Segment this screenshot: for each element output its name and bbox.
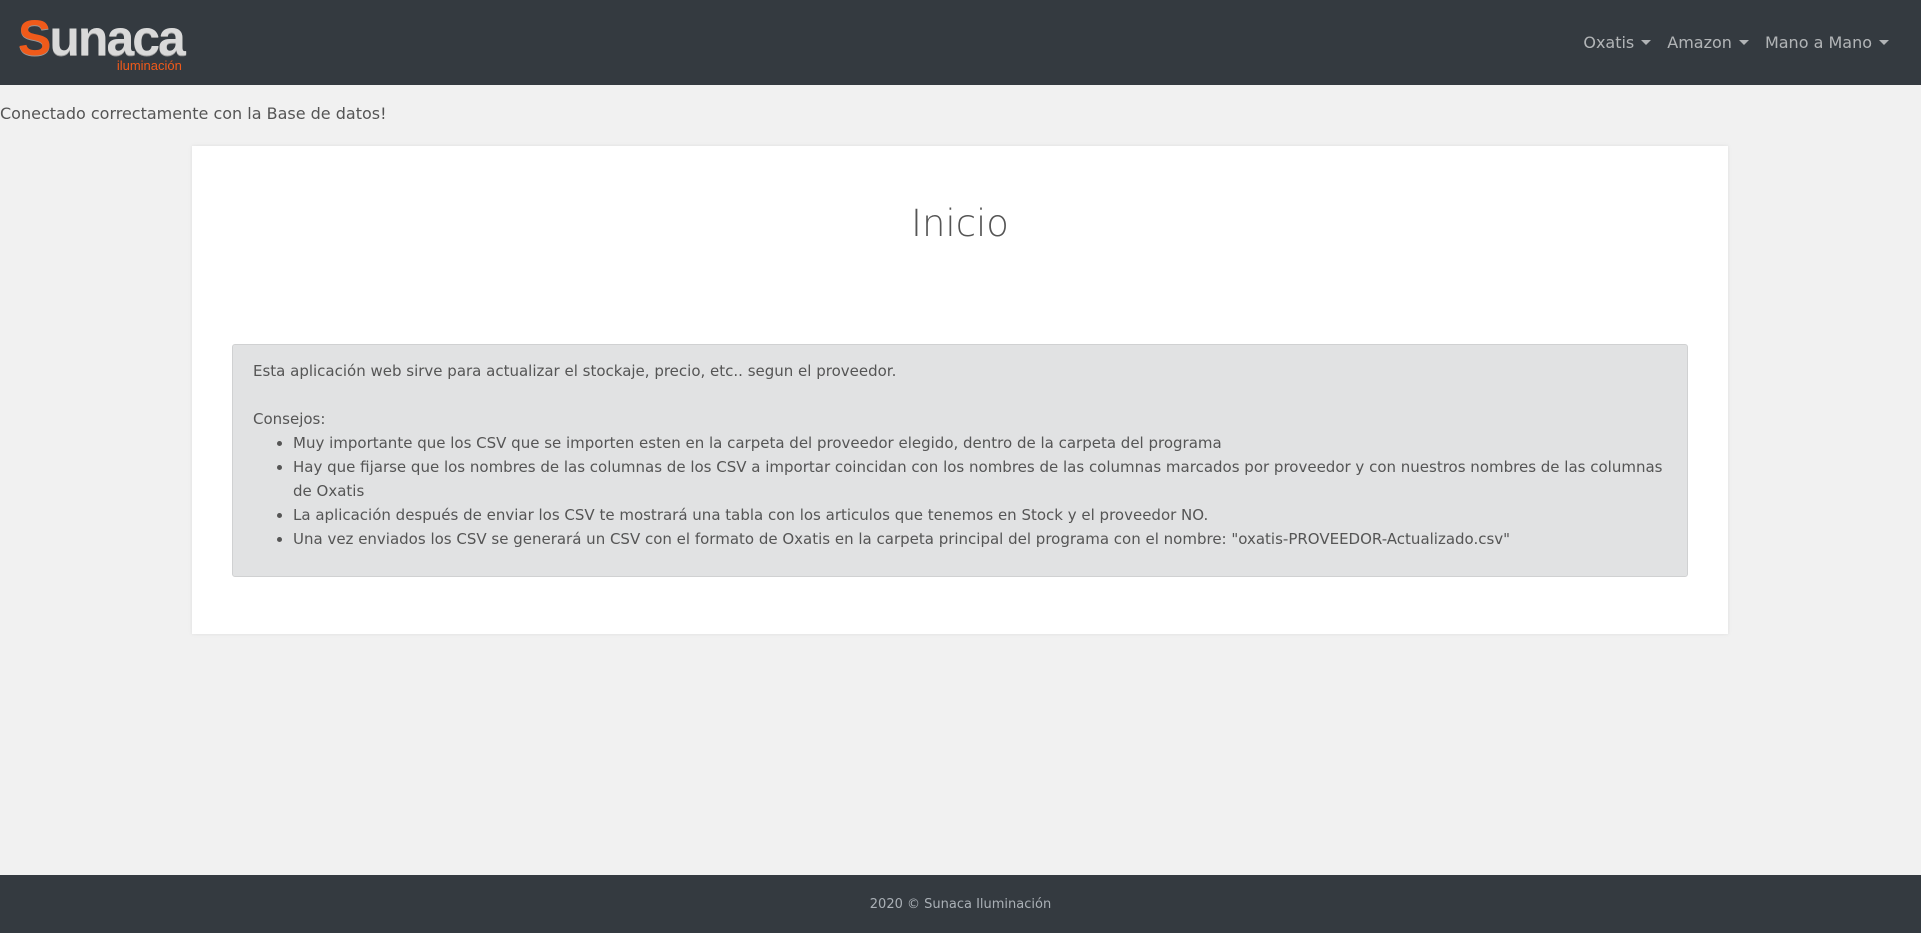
nav-dropdown-oxatis[interactable]: Oxatis [1575, 25, 1659, 60]
main-card: Inicio Esta aplicación web sirve para ac… [192, 146, 1728, 634]
info-box: Esta aplicación web sirve para actualiza… [232, 344, 1688, 577]
tip-item: Muy importante que los CSV que se import… [293, 431, 1667, 455]
tips-label: Consejos: [253, 410, 326, 428]
brand-logo[interactable]: Sunaca iluminación [18, 10, 186, 73]
logo-wordmark: Sunaca [18, 10, 186, 66]
nav-dropdown-amazon[interactable]: Amazon [1659, 25, 1757, 60]
logo-subtitle: iluminación [116, 58, 182, 73]
nav-menu: Oxatis Amazon Mano a Mano [1575, 25, 1897, 60]
logo-first-letter: S [18, 10, 51, 66]
top-navbar: Sunaca iluminación Oxatis Amazon Mano a … [0, 0, 1921, 85]
nav-dropdown-label: Amazon [1667, 33, 1732, 52]
tip-item: Hay que fijarse que los nombres de las c… [293, 455, 1667, 503]
db-connection-status: Conectado correctamente con la Base de d… [0, 104, 387, 123]
intro-text: Esta aplicación web sirve para actualiza… [253, 362, 897, 380]
tips-list: Muy importante que los CSV que se import… [253, 431, 1667, 551]
caret-down-icon [1641, 40, 1652, 45]
nav-dropdown-mano-a-mano[interactable]: Mano a Mano [1757, 25, 1897, 60]
footer-copyright: 2020 © Sunaca Iluminación [869, 896, 1052, 912]
caret-down-icon [1879, 40, 1889, 45]
nav-dropdown-label: Oxatis [1583, 33, 1635, 52]
tip-item: Una vez enviados los CSV se generará un … [293, 527, 1667, 551]
footer: 2020 © Sunaca Iluminación [0, 875, 1921, 933]
tip-item: La aplicación después de enviar los CSV … [293, 503, 1667, 527]
caret-down-icon [1738, 40, 1749, 45]
nav-dropdown-label: Mano a Mano [1764, 33, 1872, 52]
page-title: Inicio [911, 202, 1009, 245]
